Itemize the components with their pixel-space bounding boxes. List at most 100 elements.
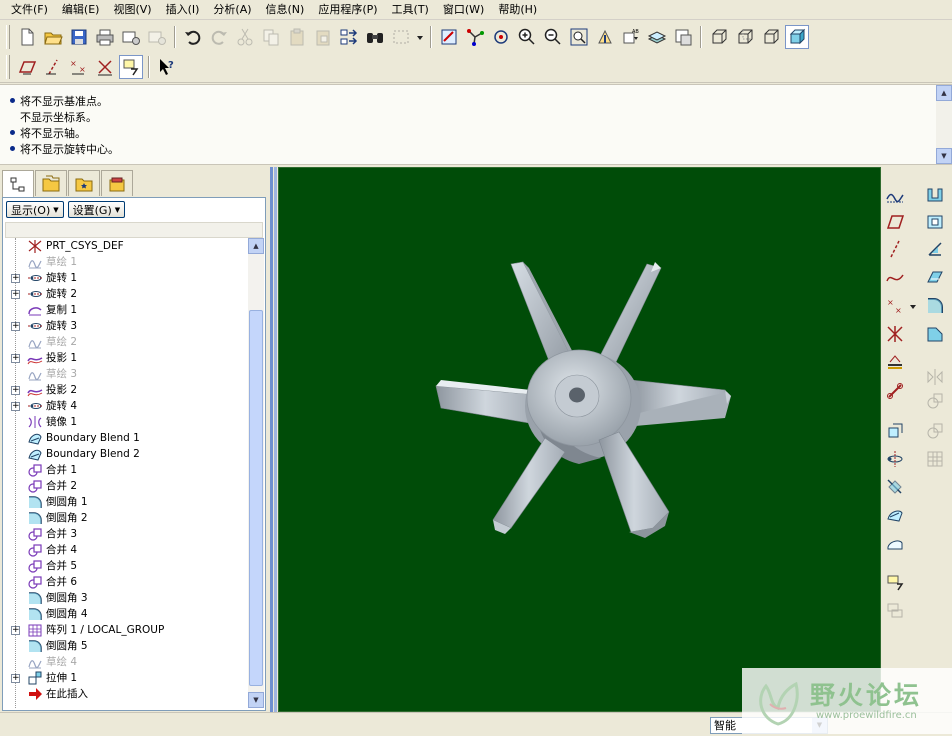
- undo-button[interactable]: [181, 25, 205, 49]
- tree-item[interactable]: 合并 5: [5, 558, 249, 574]
- expand-toggle-icon[interactable]: +: [11, 274, 20, 283]
- find-button[interactable]: [363, 25, 387, 49]
- print-button[interactable]: [93, 25, 117, 49]
- expand-toggle-icon[interactable]: +: [11, 626, 20, 635]
- csys-tool-button[interactable]: [883, 322, 907, 346]
- sweep-tool-button[interactable]: [923, 237, 947, 261]
- menu-insert[interactable]: 插入(I): [159, 0, 207, 20]
- sketch-tool-button[interactable]: [883, 183, 907, 207]
- menu-tools[interactable]: 工具(T): [385, 0, 436, 20]
- reorient-button[interactable]: [593, 25, 617, 49]
- annotation-element-button[interactable]: [883, 599, 907, 623]
- tree-item[interactable]: 倒圆角 4: [5, 606, 249, 622]
- blend-tool-button[interactable]: [923, 265, 947, 289]
- copy-feature-button[interactable]: [883, 419, 907, 443]
- tab-favorites[interactable]: [68, 170, 100, 196]
- menu-analysis[interactable]: 分析(A): [206, 0, 258, 20]
- tree-item[interactable]: 合并 1: [5, 462, 249, 478]
- view-manager-button[interactable]: [671, 25, 695, 49]
- tree-item[interactable]: 复制 1: [5, 302, 249, 318]
- graphics-window[interactable]: [278, 167, 881, 712]
- select-box-dropdown[interactable]: [415, 25, 425, 49]
- tree-item[interactable]: + 旋转 3: [5, 318, 249, 334]
- datum-axis-tool-button[interactable]: [883, 237, 907, 261]
- scroll-thumb[interactable]: [249, 310, 263, 686]
- settings-dropdown-button[interactable]: 设置(G) ▼: [67, 201, 126, 218]
- paste-button[interactable]: [285, 25, 309, 49]
- tree-item[interactable]: Boundary Blend 1: [5, 430, 249, 446]
- message-scrollbar[interactable]: ▲ ▼: [936, 85, 952, 164]
- menu-file[interactable]: 文件(F): [4, 0, 55, 20]
- refit-button[interactable]: [567, 25, 591, 49]
- expand-toggle-icon[interactable]: +: [11, 386, 20, 395]
- annotations-toggle[interactable]: [119, 55, 143, 79]
- menu-view[interactable]: 视图(V): [106, 0, 158, 20]
- toolbar-grip[interactable]: [6, 55, 10, 79]
- tree-item[interactable]: 合并 3: [5, 526, 249, 542]
- context-help-button[interactable]: ?: [155, 55, 179, 79]
- tab-model-tree[interactable]: [2, 170, 34, 198]
- scroll-up-arrow-icon[interactable]: ▲: [936, 85, 952, 101]
- menu-applications[interactable]: 应用程序(P): [311, 0, 384, 20]
- chamfer-tool-button[interactable]: [923, 322, 947, 346]
- datum-plane-tool-button[interactable]: [883, 210, 907, 234]
- mirror-tool-button[interactable]: [923, 365, 947, 389]
- tree-item[interactable]: 倒圆角 5: [5, 638, 249, 654]
- panel-splitter[interactable]: [268, 167, 278, 712]
- wireframe-button[interactable]: [707, 25, 731, 49]
- tree-item[interactable]: 倒圆角 3: [5, 590, 249, 606]
- redo-button[interactable]: [207, 25, 231, 49]
- round-tool-button[interactable]: [923, 294, 947, 318]
- extrude-tool-button[interactable]: [923, 183, 947, 207]
- expand-toggle-icon[interactable]: +: [11, 674, 20, 683]
- layers-button[interactable]: [645, 25, 669, 49]
- tree-item[interactable]: 草绘 1: [5, 254, 249, 270]
- scroll-down-arrow-icon[interactable]: ▼: [248, 692, 264, 708]
- tree-item[interactable]: PRT_CSYS_DEF: [5, 238, 249, 254]
- datum-reference-button[interactable]: [883, 379, 907, 403]
- expand-toggle-icon[interactable]: +: [11, 322, 20, 331]
- datum-axes-toggle[interactable]: [41, 55, 65, 79]
- tree-item[interactable]: + 旋转 2: [5, 286, 249, 302]
- select-box-button[interactable]: [389, 25, 413, 49]
- regenerate-button[interactable]: [337, 25, 361, 49]
- tree-item[interactable]: + 旋转 4: [5, 398, 249, 414]
- analysis-feature-button[interactable]: [883, 350, 907, 374]
- tree-item[interactable]: 草绘 2: [5, 334, 249, 350]
- repaint-button[interactable]: [437, 25, 461, 49]
- tree-item[interactable]: 在此插入: [5, 686, 249, 702]
- tree-item[interactable]: 倒圆角 2: [5, 510, 249, 526]
- style-tool-button[interactable]: [883, 531, 907, 555]
- coordinate-systems-toggle[interactable]: [93, 55, 117, 79]
- copy-button[interactable]: [259, 25, 283, 49]
- save-button[interactable]: [67, 25, 91, 49]
- menu-edit[interactable]: 编辑(E): [55, 0, 107, 20]
- datum-curve-tool-button[interactable]: [883, 265, 907, 289]
- tree-item[interactable]: + 阵列 1 / LOCAL_GROUP: [5, 622, 249, 638]
- annotation-feature-button[interactable]: [883, 571, 907, 595]
- tree-item[interactable]: 合并 2: [5, 478, 249, 494]
- expand-toggle-icon[interactable]: +: [11, 354, 20, 363]
- scroll-down-arrow-icon[interactable]: ▼: [936, 148, 952, 164]
- cut-button[interactable]: [233, 25, 257, 49]
- datum-planes-toggle[interactable]: [15, 55, 39, 79]
- zoom-in-button[interactable]: [515, 25, 539, 49]
- datum-point-dropdown[interactable]: [907, 294, 919, 318]
- spin-center-button[interactable]: [463, 25, 487, 49]
- datum-points-toggle[interactable]: × ×: [67, 55, 91, 79]
- tree-item[interactable]: + 拉伸 1: [5, 670, 249, 686]
- tab-connections[interactable]: [101, 170, 133, 196]
- zoom-out-button[interactable]: [541, 25, 565, 49]
- pattern-tool-button[interactable]: [923, 447, 947, 471]
- orient-mode-button[interactable]: [489, 25, 513, 49]
- menu-window[interactable]: 窗口(W): [436, 0, 491, 20]
- tree-scrollbar[interactable]: ▲ ▼: [248, 238, 264, 708]
- saved-views-button[interactable]: AB: [619, 25, 643, 49]
- expand-toggle-icon[interactable]: +: [11, 290, 20, 299]
- scroll-up-arrow-icon[interactable]: ▲: [248, 238, 264, 254]
- tree-item[interactable]: 合并 6: [5, 574, 249, 590]
- tree-item[interactable]: 草绘 4: [5, 654, 249, 670]
- revolve-surface-button[interactable]: [883, 447, 907, 471]
- paste-special-button[interactable]: [311, 25, 335, 49]
- no-hidden-button[interactable]: [759, 25, 783, 49]
